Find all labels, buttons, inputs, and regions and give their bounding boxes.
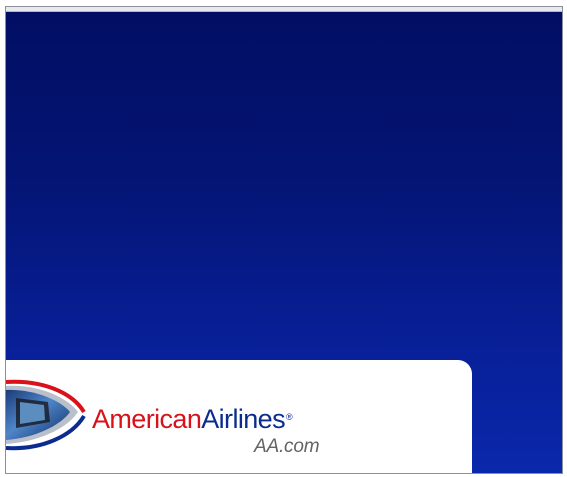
top-border-strip — [6, 7, 562, 12]
logo-word-airlines: Airlines — [201, 404, 285, 434]
brand-card[interactable]: AmericanAirlines® AA.com — [6, 360, 472, 473]
ad-banner[interactable]: AmericanAirlines® AA.com — [5, 6, 563, 474]
plane-nose-icon — [6, 379, 86, 451]
website-url[interactable]: AA.com — [254, 436, 320, 458]
logo-word-american: American — [92, 404, 202, 434]
registered-mark: ® — [285, 412, 293, 422]
american-airlines-logo: AmericanAirlines® — [92, 402, 293, 436]
